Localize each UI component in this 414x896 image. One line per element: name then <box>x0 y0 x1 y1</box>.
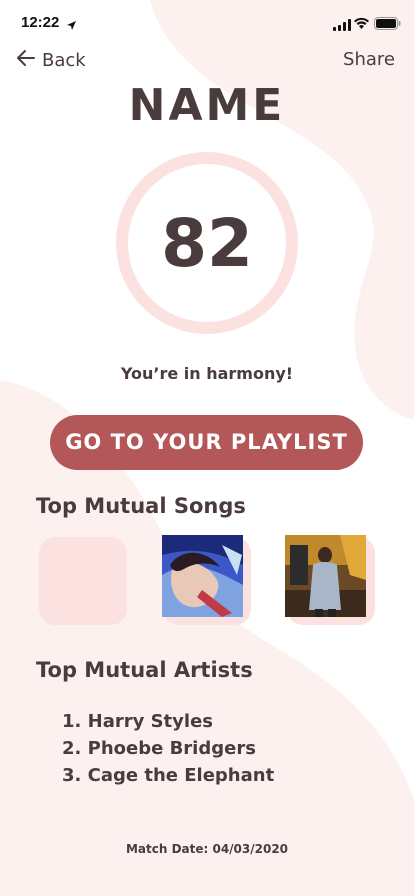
top-mutual-songs-title: Top Mutual Songs <box>36 494 246 518</box>
song-tile-1[interactable] <box>39 537 127 625</box>
match-name-title: NAME <box>128 80 286 131</box>
back-button[interactable]: Back <box>16 48 86 72</box>
go-to-playlist-button[interactable]: GO TO YOUR PLAYLIST <box>50 415 363 470</box>
artist-list-item: 3. Cage the Elephant <box>62 765 275 786</box>
status-time: 12:22 <box>21 14 60 31</box>
song-album-art-3[interactable] <box>285 535 366 617</box>
score-value: 82 <box>161 204 253 282</box>
location-arrow-icon <box>66 16 78 30</box>
arrow-left-icon <box>16 48 36 72</box>
artist-list-item: 1. Harry Styles <box>62 711 213 732</box>
song-album-art-2[interactable] <box>162 535 243 617</box>
wifi-icon <box>353 15 370 34</box>
cellular-signal-icon <box>333 16 351 35</box>
harmony-message: You’re in harmony! <box>120 364 294 383</box>
match-date: Match Date: 04/03/2020 <box>125 842 289 856</box>
artist-list: 1. Harry Styles 2. Phoebe Bridgers 3. Ca… <box>62 708 274 789</box>
status-bar: 12:22 <box>0 0 414 44</box>
battery-icon <box>374 15 401 34</box>
share-button[interactable]: Share <box>343 48 395 72</box>
top-mutual-artists-title: Top Mutual Artists <box>36 658 253 682</box>
score-ring: 82 <box>116 152 298 334</box>
back-label: Back <box>42 49 86 71</box>
artist-list-item: 2. Phoebe Bridgers <box>62 738 256 759</box>
